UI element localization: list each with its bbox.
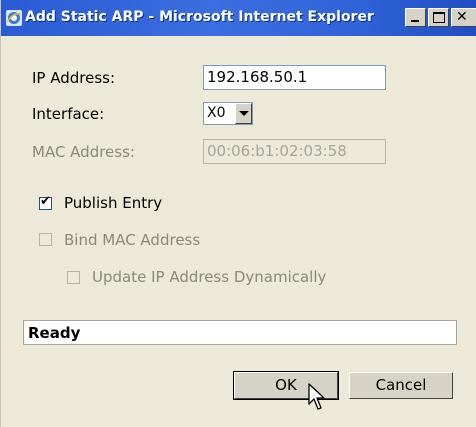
status-bar: Ready [23,320,457,345]
title-bar[interactable]: Add Static ARP - Microsoft Internet Expl… [1,0,476,36]
interface-select[interactable]: X0 [203,102,253,125]
maximize-icon[interactable] [428,8,449,27]
publish-entry-label: Publish Entry [64,194,163,212]
publish-entry-checkbox[interactable] [39,194,52,210]
bind-mac-checkbox[interactable] [39,233,52,246]
cancel-button[interactable]: Cancel [349,372,453,399]
mouse-pointer-icon [308,383,325,410]
interface-select-value: X0 [207,105,226,121]
ip-address-label: IP Address: [32,69,116,87]
dialog-window: Add Static ARP - Microsoft Internet Expl… [0,0,476,427]
window-title: Add Static ARP - Microsoft Internet Expl… [25,9,374,25]
close-icon[interactable] [451,8,476,27]
dialog-content: IP Address: 192.168.50.1 Interface: X0 M… [1,36,476,427]
ie-icon [6,10,22,26]
mac-address-field[interactable]: 00:06:b1:02:03:58 [203,139,386,164]
interface-label: Interface: [32,105,105,123]
bind-mac-label: Bind MAC Address [64,231,201,249]
update-ip-label: Update IP Address Dynamically [92,268,327,286]
ip-address-field[interactable]: 192.168.50.1 [203,65,386,90]
minimize-icon[interactable] [405,8,426,27]
update-ip-checkbox[interactable] [67,271,80,284]
mac-address-label: MAC Address: [32,143,135,161]
chevron-down-icon[interactable] [235,103,252,124]
